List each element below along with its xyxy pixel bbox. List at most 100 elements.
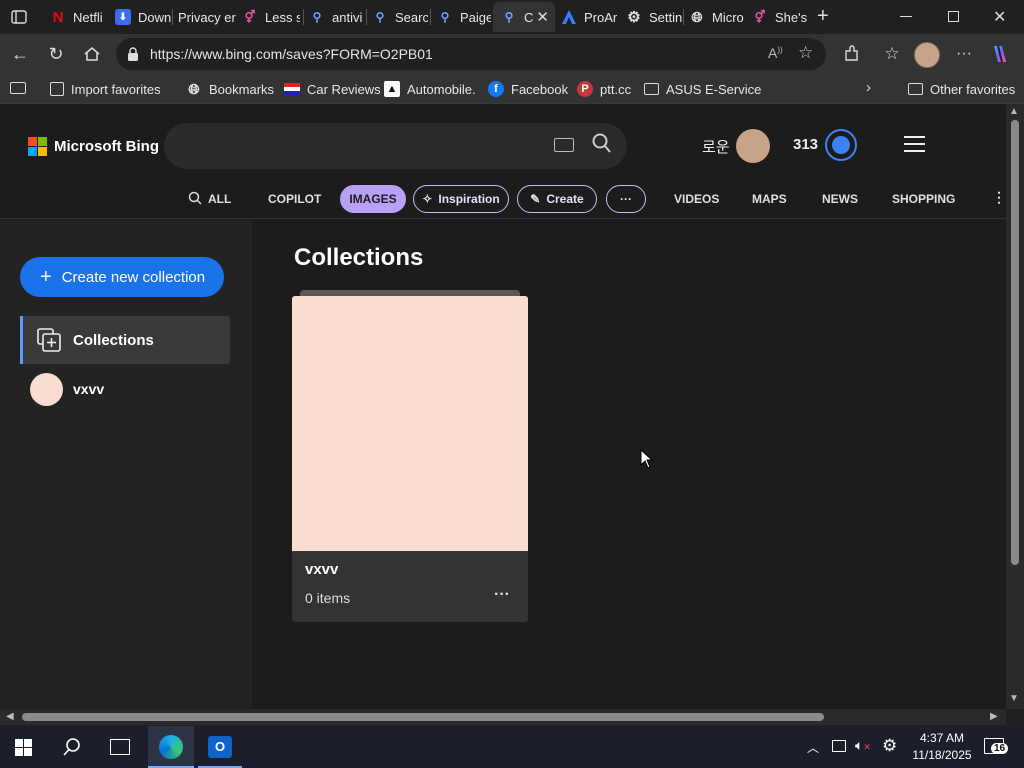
favorites-icon[interactable]: ☆ bbox=[880, 42, 904, 66]
tab-actions-icon[interactable] bbox=[10, 8, 28, 26]
tab-download[interactable]: ⬇ Down bbox=[115, 2, 171, 32]
tab-active-collections[interactable]: ⚲ C ✕ bbox=[493, 2, 555, 32]
notifications-icon[interactable]: 16 bbox=[984, 738, 1009, 754]
tab-search[interactable]: ⚲ Searc bbox=[372, 2, 428, 32]
import-icon bbox=[50, 82, 64, 96]
fav-import-favorites[interactable]: Import favorites bbox=[50, 80, 161, 98]
mouse-cursor-icon bbox=[640, 448, 654, 474]
bing-logo[interactable]: Microsoft Bing bbox=[28, 137, 159, 156]
tab-shes[interactable]: ⚥ She's bbox=[752, 2, 810, 32]
sidebar-item-collections[interactable]: Collections bbox=[20, 316, 230, 364]
home-icon[interactable] bbox=[80, 42, 104, 66]
scope-copilot[interactable]: COPILOT bbox=[268, 191, 321, 207]
fav-car-reviews[interactable]: Car Reviews bbox=[284, 80, 381, 98]
horizontal-scrollbar[interactable]: ◀ ▶ bbox=[0, 709, 1006, 725]
collection-card[interactable]: vxvv 0 items ··· bbox=[292, 290, 528, 622]
address-bar[interactable]: https://www.bing.com/saves?FORM=O2PB01 A… bbox=[116, 38, 826, 70]
automobile-logo-icon: ▲ bbox=[384, 81, 400, 97]
tab-label: Micro bbox=[712, 9, 744, 25]
vertical-scrollbar[interactable]: ▲ ▼ bbox=[1006, 104, 1024, 709]
clock-time: 4:37 AM bbox=[919, 731, 965, 745]
chevron-right-icon[interactable]: › bbox=[866, 79, 871, 96]
tab-netflix[interactable]: N Netfli bbox=[50, 2, 108, 32]
more-scopes-icon[interactable]: ⋮ bbox=[992, 189, 1006, 206]
tab-strip: N Netfli ⬇ Down Privacy err ⚥ Less s ⚲ a… bbox=[0, 0, 1024, 34]
collections-sidebar: + Create new collection Collections vxvv bbox=[0, 220, 252, 709]
tab-proart[interactable]: ProAr bbox=[561, 2, 619, 32]
fav-label: Facebook bbox=[511, 81, 569, 97]
search-icon[interactable] bbox=[592, 133, 612, 160]
collection-thumbnail bbox=[30, 372, 63, 406]
rewards-points[interactable]: 313 bbox=[793, 136, 818, 153]
close-tab-icon[interactable]: ✕ bbox=[536, 8, 549, 26]
clock[interactable]: 4:37 AM 11/18/2025 bbox=[912, 731, 972, 762]
minimize-icon[interactable] bbox=[900, 16, 912, 17]
rewards-medal-icon[interactable] bbox=[825, 129, 857, 161]
user-name[interactable]: 로운 bbox=[702, 136, 730, 157]
favorite-star-icon[interactable]: ☆ bbox=[798, 43, 813, 63]
scope-videos[interactable]: VIDEOS bbox=[674, 191, 719, 207]
refresh-icon[interactable]: ↻ bbox=[44, 42, 68, 66]
page-title: Collections bbox=[294, 244, 424, 271]
fav-other-favorites[interactable]: Other favorites bbox=[908, 80, 1015, 98]
settings-tray-icon[interactable]: ⚙ bbox=[882, 736, 897, 756]
start-windows-icon[interactable] bbox=[15, 739, 32, 756]
create-new-collection-button[interactable]: + Create new collection bbox=[20, 257, 224, 297]
fav-bookmarks[interactable]: 🌐︎ Bookmarks bbox=[186, 80, 274, 98]
taskbar-edge-app[interactable] bbox=[148, 726, 194, 768]
profile-avatar[interactable] bbox=[914, 42, 940, 68]
fav-asus-eservice[interactable]: ASUS E-Service bbox=[644, 80, 761, 98]
tab-less[interactable]: ⚥ Less s bbox=[242, 2, 300, 32]
scope-label: SHOPPING bbox=[892, 192, 956, 206]
scope-more[interactable]: ··· bbox=[606, 185, 646, 213]
fav-ptt[interactable]: P ptt.cc bbox=[577, 80, 631, 98]
back-icon[interactable]: ← bbox=[8, 42, 32, 66]
tab-antivirus[interactable]: ⚲ antivi bbox=[309, 2, 365, 32]
keyboard-icon[interactable] bbox=[554, 138, 574, 152]
taskbar-search-icon[interactable] bbox=[62, 737, 82, 762]
restore-icon[interactable] bbox=[948, 11, 959, 22]
scope-create[interactable]: ✎ Create bbox=[517, 185, 597, 213]
scroll-up-icon[interactable]: ▲ bbox=[1009, 106, 1019, 117]
tab-microsoft[interactable]: 🌐︎ Micro bbox=[689, 2, 747, 32]
search-input[interactable] bbox=[164, 123, 627, 169]
close-window-icon[interactable]: ✕ bbox=[993, 7, 1006, 27]
bing-header: Microsoft Bing 로운 313 ALL COPILOT IMAGES… bbox=[0, 105, 1006, 219]
tab-label: Searc bbox=[395, 9, 428, 25]
tab-settings[interactable]: ⚙ Settin bbox=[626, 2, 684, 32]
ptt-icon: P bbox=[577, 81, 593, 97]
task-view-icon[interactable] bbox=[110, 739, 130, 755]
card-more-icon[interactable]: ··· bbox=[494, 586, 510, 604]
scroll-left-icon[interactable]: ◀ bbox=[6, 711, 14, 722]
user-avatar[interactable] bbox=[736, 129, 770, 163]
fav-automobile[interactable]: ▲ Automobile. bbox=[384, 80, 476, 98]
card-item-count: 0 items bbox=[305, 590, 351, 606]
tab-paige[interactable]: ⚲ Paige bbox=[437, 2, 491, 32]
hamburger-menu-icon[interactable] bbox=[904, 136, 925, 152]
volume-muted-icon[interactable]: 🔈︎✕ bbox=[855, 737, 871, 754]
scroll-down-icon[interactable]: ▼ bbox=[1009, 693, 1019, 704]
read-aloud-icon[interactable]: A)) bbox=[768, 45, 783, 61]
fav-facebook[interactable]: f Facebook bbox=[488, 80, 568, 98]
show-hidden-icons[interactable]: ︿ bbox=[807, 739, 819, 756]
scope-all[interactable]: ALL bbox=[188, 191, 231, 207]
scope-maps[interactable]: MAPS bbox=[752, 191, 787, 207]
copilot-icon[interactable] bbox=[988, 42, 1012, 66]
extensions-icon[interactable] bbox=[840, 42, 864, 66]
horizontal-scroll-thumb[interactable] bbox=[22, 713, 824, 721]
scope-images[interactable]: IMAGES bbox=[340, 185, 406, 213]
fav-label: Automobile. bbox=[407, 81, 476, 97]
scope-news[interactable]: NEWS bbox=[822, 191, 858, 207]
scroll-right-icon[interactable]: ▶ bbox=[990, 711, 998, 722]
new-tab-icon[interactable]: + bbox=[817, 5, 829, 28]
tab-label: Paige bbox=[460, 9, 491, 25]
taskbar-outlook-app[interactable]: O bbox=[198, 726, 242, 768]
scope-shopping[interactable]: SHOPPING bbox=[892, 191, 955, 207]
sidebar-item-vxvv[interactable]: vxvv bbox=[30, 372, 230, 406]
network-icon[interactable] bbox=[832, 740, 846, 752]
tab-privacy-error[interactable]: Privacy err bbox=[178, 2, 236, 32]
sidebar-toggle-icon[interactable] bbox=[10, 82, 26, 94]
settings-more-icon[interactable]: ··· bbox=[952, 42, 976, 66]
vertical-scroll-thumb[interactable] bbox=[1011, 120, 1019, 565]
scope-inspiration[interactable]: ✧ Inspiration bbox=[413, 185, 509, 213]
